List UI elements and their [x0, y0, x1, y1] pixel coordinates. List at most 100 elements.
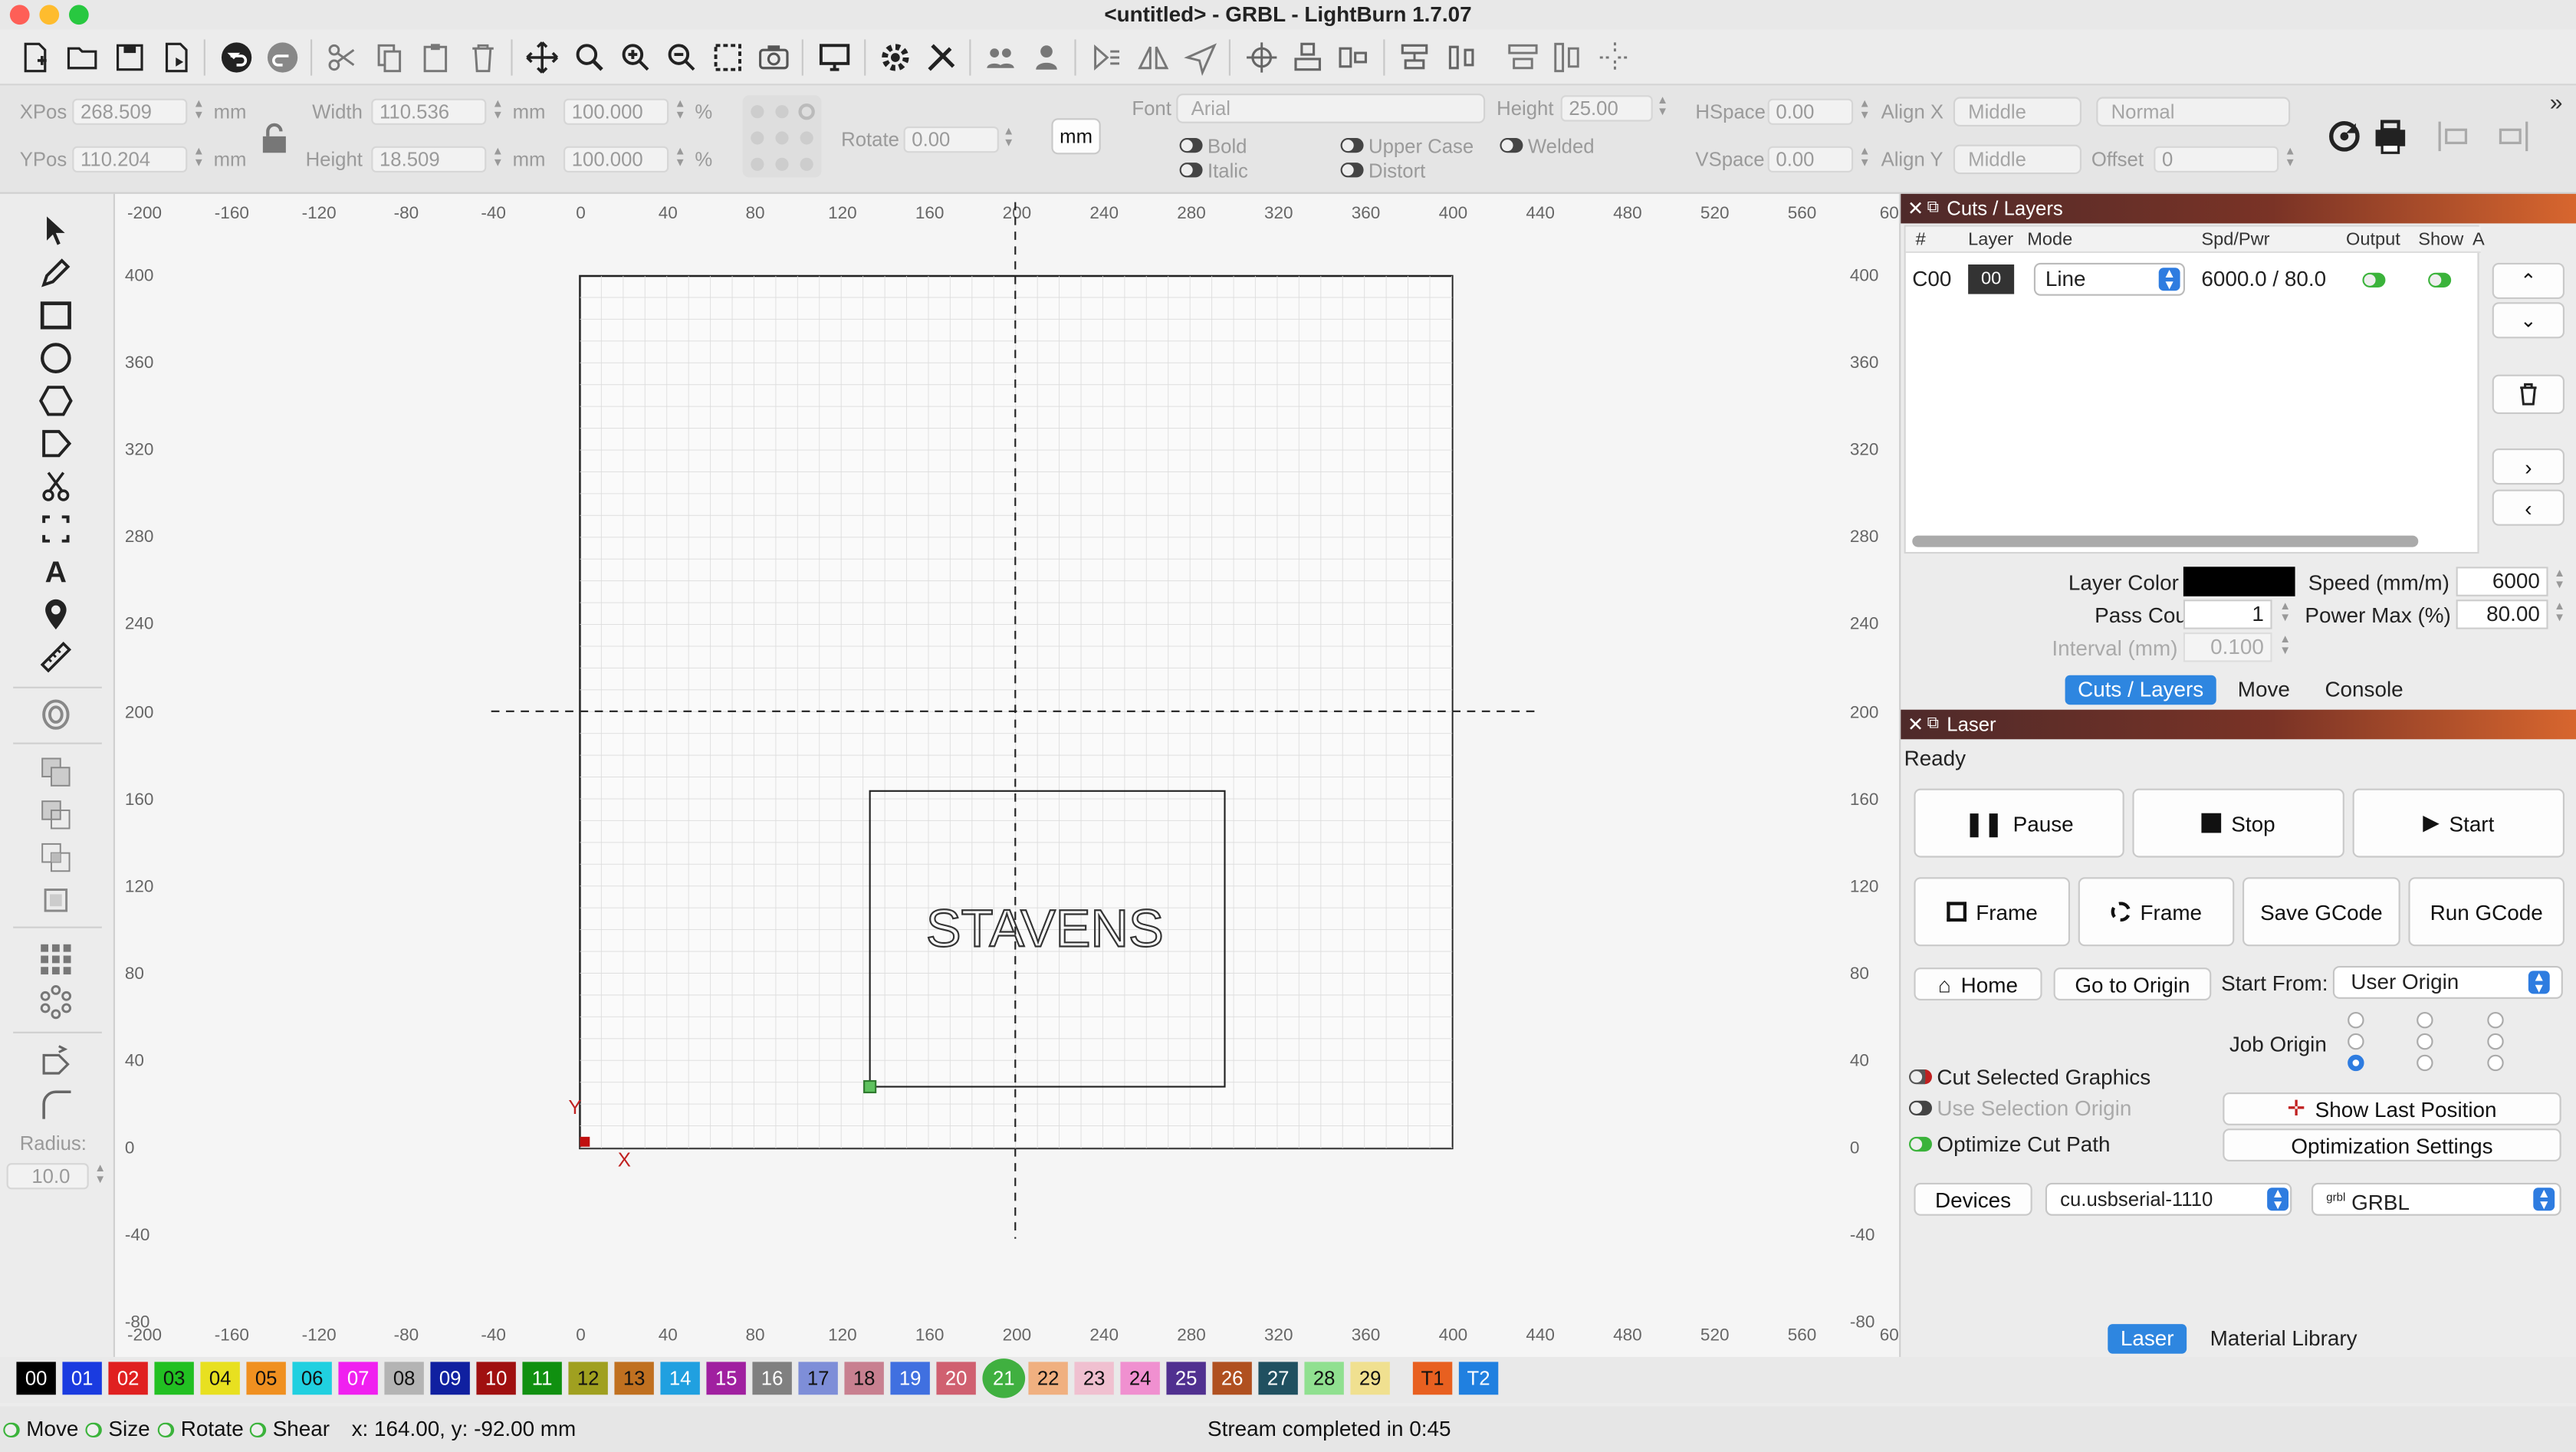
zoom-out-icon[interactable]	[660, 36, 703, 79]
layer-down-button[interactable]: ⌄	[2492, 302, 2564, 339]
power-stepper-icon[interactable]: ▲ ▼	[2551, 601, 2568, 627]
save-gcode-button[interactable]: Save GCode	[2242, 877, 2400, 947]
grid-array-icon[interactable]	[34, 940, 77, 979]
offset-input[interactable]: 0	[2154, 146, 2279, 172]
use-selection-toggle[interactable]	[1909, 1100, 1932, 1115]
machine-tools-icon[interactable]	[920, 36, 963, 79]
zoom-in-icon[interactable]	[614, 36, 657, 79]
frame-selection-icon[interactable]	[706, 36, 749, 79]
palette-swatch-17[interactable]: 17	[798, 1362, 838, 1395]
palette-swatch-09[interactable]: 09	[430, 1362, 470, 1395]
origin-ml-radio[interactable]	[2348, 1033, 2364, 1050]
undo-icon[interactable]	[215, 36, 258, 79]
boolean-intersect-icon[interactable]	[34, 838, 77, 877]
boolean-union-icon[interactable]	[34, 752, 77, 791]
zoom-fit-icon[interactable]	[568, 36, 611, 79]
palette-swatch-24[interactable]: 24	[1120, 1362, 1160, 1395]
origin-tr-radio[interactable]	[2487, 1012, 2504, 1029]
close-laser-panel-icon[interactable]: ✕	[1907, 710, 1924, 740]
palette-swatch-10[interactable]: 10	[476, 1362, 516, 1395]
cuts-scrollbar[interactable]	[1912, 535, 2419, 547]
ellipse-tool-icon[interactable]	[34, 338, 77, 377]
palette-swatch-02[interactable]: 02	[108, 1362, 148, 1395]
flip-horizontal-icon[interactable]	[1086, 36, 1129, 79]
close-panel-icon[interactable]: ✕	[1907, 194, 1924, 224]
port-select[interactable]: cu.usbserial-1110	[2045, 1182, 2292, 1216]
hspace-input[interactable]: 0.00	[1767, 98, 1854, 125]
palette-swatch-01[interactable]: 01	[62, 1362, 102, 1395]
scale-x-stepper-icon[interactable]: ▲ ▼	[672, 99, 688, 125]
rotate-input[interactable]: 0.00	[903, 126, 999, 153]
origin-bc-radio[interactable]	[2417, 1054, 2433, 1072]
palette-swatch-14[interactable]: 14	[660, 1362, 700, 1395]
palette-swatch-03[interactable]: 03	[154, 1362, 194, 1395]
layer-next-button[interactable]: ›	[2492, 448, 2564, 485]
weld-icon[interactable]	[34, 881, 77, 920]
boolean-subtract-icon[interactable]	[34, 795, 77, 834]
minimize-window-button[interactable]	[39, 5, 60, 25]
palette-swatch-22[interactable]: 22	[1028, 1362, 1068, 1395]
layer-color-swatch[interactable]	[2183, 567, 2295, 596]
show-last-position-button[interactable]: ✛ Show Last Position	[2223, 1092, 2561, 1125]
mirror-icon[interactable]	[1132, 36, 1175, 79]
start-from-chevron-icon[interactable]: ▲ ▼	[2528, 970, 2550, 994]
upper-case-toggle[interactable]	[1340, 138, 1364, 153]
italic-toggle[interactable]	[1179, 163, 1203, 178]
origin-br-radio[interactable]	[2487, 1054, 2504, 1072]
font-select[interactable]: Arial	[1176, 94, 1486, 123]
shear-toggle[interactable]	[249, 1422, 267, 1437]
origin-mc-radio[interactable]	[2417, 1033, 2433, 1050]
speed-input[interactable]: 6000	[2456, 567, 2548, 596]
palette-swatch-15[interactable]: 15	[706, 1362, 746, 1395]
vspace-stepper-icon[interactable]: ▲ ▼	[1856, 146, 1872, 172]
select-arrow-icon[interactable]	[34, 210, 77, 249]
more-chevron-icon[interactable]: »	[2550, 89, 2563, 115]
camera-icon[interactable]	[752, 36, 795, 79]
tab-console[interactable]: Console	[2315, 675, 2413, 705]
text-tool-icon[interactable]: A	[34, 552, 77, 591]
xpos-input[interactable]: 268.509	[72, 98, 188, 125]
welded-toggle[interactable]	[1500, 138, 1523, 153]
scissors-icon[interactable]	[34, 467, 77, 506]
offset-shapes-icon[interactable]	[34, 695, 77, 734]
offset-stepper-icon[interactable]: ▲ ▼	[2282, 146, 2298, 172]
palette-swatch-26[interactable]: 26	[1212, 1362, 1252, 1395]
palette-swatch-06[interactable]: 06	[292, 1362, 332, 1395]
settings-gear-icon[interactable]	[874, 36, 917, 79]
align-x-select[interactable]: Middle	[1953, 97, 2082, 126]
palette-swatch-T2[interactable]: T2	[1458, 1362, 1499, 1395]
speed-stepper-icon[interactable]: ▲ ▼	[2551, 568, 2568, 594]
dock-left-icon[interactable]	[1548, 36, 1591, 79]
palette-swatch-27[interactable]: 27	[1258, 1362, 1298, 1395]
align-y-select[interactable]: Middle	[1953, 144, 2082, 175]
tab-material-library[interactable]: Material Library	[2196, 1324, 2371, 1354]
distribute-h-icon[interactable]	[1393, 36, 1436, 79]
devices-button[interactable]: Devices	[1914, 1182, 2032, 1216]
height-input[interactable]: 18.509	[371, 146, 487, 172]
lock-ratio-icon[interactable]	[258, 122, 291, 155]
units-toggle-button[interactable]: mm	[1051, 118, 1101, 155]
group-icon[interactable]	[979, 36, 1022, 79]
width-input[interactable]: 110.536	[371, 98, 487, 125]
scale-y-stepper-icon[interactable]: ▲ ▼	[672, 146, 688, 172]
dock-top-icon[interactable]	[1502, 36, 1545, 79]
palette-swatch-04[interactable]: 04	[200, 1362, 240, 1395]
ypos-stepper-icon[interactable]: ▲ ▼	[191, 146, 207, 172]
xpos-stepper-icon[interactable]: ▲ ▼	[191, 99, 207, 125]
palette-swatch-05[interactable]: 05	[246, 1362, 286, 1395]
origin-tc-radio[interactable]	[2417, 1012, 2433, 1029]
hspace-stepper-icon[interactable]: ▲ ▼	[1856, 99, 1872, 125]
pause-button[interactable]: ❚❚ Pause	[1914, 788, 2124, 858]
circular-array-icon[interactable]	[34, 982, 77, 1021]
origin-bl-radio[interactable]	[2348, 1054, 2364, 1072]
measure-ruler-icon[interactable]	[34, 637, 77, 676]
design-text-object[interactable]: STAVENS	[925, 898, 1165, 958]
height-stepper-icon[interactable]: ▲ ▼	[490, 146, 506, 172]
controller-chevron-icon[interactable]: ▲ ▼	[2533, 1187, 2555, 1211]
pen-icon[interactable]	[34, 253, 77, 292]
origin-tl-radio[interactable]	[2348, 1012, 2364, 1029]
rotate-object-icon[interactable]	[2323, 115, 2366, 158]
align-vertical-icon[interactable]	[1286, 36, 1329, 79]
start-button[interactable]: ▶ Start	[2352, 788, 2564, 858]
zoom-window-button[interactable]	[69, 5, 89, 25]
